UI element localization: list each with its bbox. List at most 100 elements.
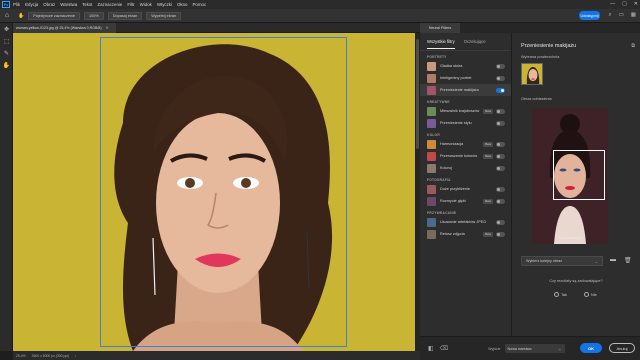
zoom-button[interactable]: 100% (84, 11, 104, 20)
menu-item[interactable]: Obraz (43, 2, 55, 7)
folder-icon[interactable]: ▬ (610, 257, 616, 263)
workspace-icon[interactable]: ▭ (619, 12, 624, 19)
menu-item[interactable]: Filtr (127, 2, 134, 7)
filter-category-label: FOTOGRAFIA (427, 178, 451, 182)
select-image-dropdown[interactable]: Wybierz kolejny obraz ⌄ (521, 256, 603, 266)
settings-title: Przeniesienie makijażu (521, 43, 577, 49)
filter-thumbnail-icon (427, 163, 436, 173)
filter-row[interactable]: Duże przybliżenie (420, 183, 511, 195)
document-tab-bar: woman-yellow-0123.jpg @ 25,4% (Warstwa 0… (13, 23, 420, 33)
filter-name: Harmonizacja (440, 142, 464, 146)
reference-caption[interactable]: Usuń kadrowanie (532, 236, 608, 240)
beta-badge: Beta (483, 141, 493, 147)
search-icon[interactable]: ⌕ (609, 12, 612, 19)
filter-row[interactable]: Przenoszenie kolorów Beta (420, 150, 511, 162)
menu-item[interactable]: Plik (13, 2, 20, 7)
filter-toggle[interactable] (496, 63, 505, 69)
radio-yes[interactable] (554, 292, 559, 297)
panel-icon[interactable]: ▦ (631, 12, 636, 19)
output-select[interactable]: Nowa warstwa ⌄ (504, 344, 565, 353)
marquee-tool-icon[interactable]: ⬚ (2, 38, 11, 47)
face-selection-rectangle (100, 37, 347, 347)
filter-name: Przeniesienie makijażu (440, 88, 479, 92)
filter-row[interactable]: Przeniesienie makijażu (420, 84, 511, 96)
reference-face-box[interactable] (553, 150, 605, 200)
filter-toggle[interactable] (496, 186, 505, 192)
filter-toggle[interactable] (496, 141, 505, 147)
brush-tool-icon[interactable]: ✎ (2, 50, 11, 59)
filter-thumbnail-icon (427, 196, 436, 206)
filter-row[interactable]: Inteligentny portret (420, 72, 511, 84)
home-icon[interactable]: ⌂ (2, 11, 12, 21)
feedback-yes[interactable]: Tak (554, 292, 567, 297)
tab-all-filters[interactable]: Wszystkie filtry (427, 35, 455, 49)
filter-row[interactable]: Gładka skóra (420, 60, 511, 72)
filter-row[interactable]: Rozmycie głębi Beta (420, 195, 511, 207)
document-tab[interactable]: woman-yellow-0123.jpg @ 25,4% (Warstwa 0… (13, 23, 116, 33)
filter-toggle[interactable] (496, 75, 505, 81)
filter-toggle[interactable] (496, 87, 505, 93)
filter-thumbnail-icon (427, 184, 436, 194)
filter-toggle[interactable] (496, 219, 505, 225)
filter-settings-panel: Przeniesienie makijażu ⧉ Wybrana powierz… (512, 33, 640, 336)
menu-item[interactable]: Tekst (82, 2, 92, 7)
menu-item[interactable]: Widok (140, 2, 152, 7)
trash-icon[interactable]: 🗑 (624, 257, 632, 264)
move-tool-icon[interactable]: ✥ (2, 26, 11, 35)
option-button-1[interactable]: Pojedyncze zaznaczenie (28, 11, 81, 20)
filter-toggle[interactable] (496, 108, 505, 114)
maximize-icon[interactable]: ▢ (622, 1, 627, 7)
filter-row[interactable]: Usuwanie artefaktów JPEG (420, 216, 511, 228)
output-chevron-icon: ⌄ (558, 346, 562, 351)
fill-screen-button[interactable]: Wypełnij ekran (146, 11, 182, 20)
reference-image[interactable]: Usuń kadrowanie (532, 108, 608, 244)
ok-button[interactable]: OK (580, 343, 602, 353)
expand-icon[interactable]: ⧉ (631, 43, 635, 49)
filter-thumbnail-icon (427, 85, 436, 95)
filter-row[interactable]: Retusz zdjęcia Beta (420, 228, 511, 240)
selected-surface-label: Wybrana powierzchnia (521, 55, 560, 59)
filter-row[interactable]: Przeniesienie stylu (420, 117, 511, 129)
filter-thumbnail-icon (427, 229, 436, 239)
tab-pending[interactable]: Oczekujące (464, 35, 486, 48)
filter-row[interactable]: Mieszalnik krajobrazów Beta (420, 105, 511, 117)
filter-category-label: PORTRETY (427, 55, 447, 59)
zoom-level[interactable]: 25,4% (16, 354, 26, 358)
menu-item[interactable]: Okno (177, 2, 188, 7)
minimize-icon[interactable]: — (610, 1, 615, 7)
chevron-down-icon: ⌄ (594, 258, 598, 264)
menu-item[interactable]: Zaznaczenie (97, 2, 122, 7)
output-value: Nowa warstwa (507, 346, 532, 351)
delete-icon[interactable]: ⌫ (440, 345, 448, 352)
hand-tool-icon[interactable]: ✋ (2, 62, 11, 71)
menu-item[interactable]: Edycja (25, 2, 38, 7)
selected-surface-thumbnail[interactable] (521, 63, 543, 85)
filter-toggle[interactable] (496, 198, 505, 204)
filter-row[interactable]: Koloruj (420, 162, 511, 174)
neural-filters-tab[interactable]: Neural Filters (420, 23, 460, 33)
menu-item[interactable]: Wtyczki (157, 2, 172, 7)
menu-item[interactable]: Pomoc (192, 2, 206, 7)
layers-icon[interactable]: ◧ (428, 345, 434, 352)
cancel-button[interactable]: Anuluj (609, 343, 635, 353)
radio-no[interactable] (584, 292, 589, 297)
filter-row[interactable]: Harmonizacja Beta (420, 138, 511, 150)
filter-tabs: Wszystkie filtry Oczekujące (420, 33, 511, 51)
scrollbar-thumb[interactable] (416, 39, 419, 149)
options-right-icons: ⌕ ▭ ▦ (609, 12, 637, 19)
filter-toggle[interactable] (496, 153, 505, 159)
close-tab-icon[interactable]: ✕ (106, 26, 109, 30)
filter-toggle[interactable] (496, 231, 505, 237)
menu-item[interactable]: Warstwa (60, 2, 77, 7)
fit-screen-button[interactable]: Dopasuj ekran (107, 11, 143, 20)
filter-toggle[interactable] (496, 120, 505, 126)
filter-category-label: KREATYWNE (427, 100, 450, 104)
status-more-icon[interactable]: › (75, 354, 76, 358)
yes-label: Tak (561, 292, 567, 297)
share-button[interactable]: Udostępnij (579, 11, 600, 20)
feedback-no[interactable]: Nie (584, 292, 597, 297)
close-window-icon[interactable]: ✕ (634, 1, 638, 7)
photoshop-logo[interactable]: Ps (2, 1, 10, 8)
hand-tool-options-icon[interactable]: ✋ (18, 13, 24, 19)
filter-toggle[interactable] (496, 165, 505, 171)
